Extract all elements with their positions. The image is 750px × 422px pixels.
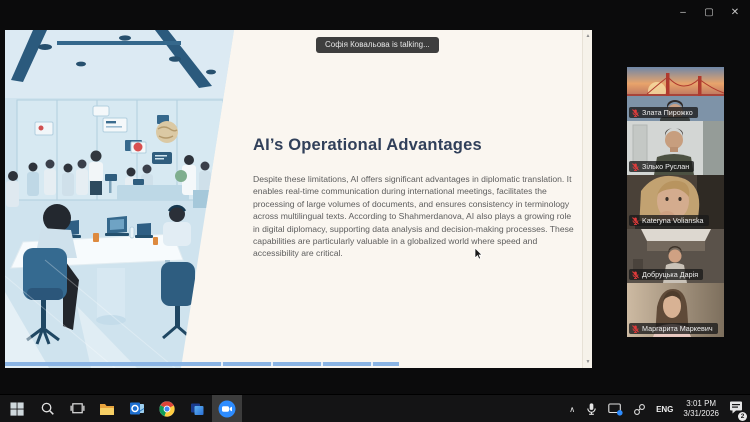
start-button[interactable] <box>2 395 32 422</box>
slide-body-text: Despite these limitations, AI offers sig… <box>253 174 574 259</box>
outlook-button[interactable] <box>122 395 152 422</box>
blue-squares-icon <box>191 403 204 415</box>
participants-strip: Злата Пирожко Зілько Руслан Kateryna Vol… <box>627 67 724 337</box>
tray-expand-icon[interactable]: ∧ <box>565 395 579 422</box>
active-speaker-toast: Софія Ковальова is talking... <box>316 37 439 53</box>
task-view-icon <box>69 403 85 414</box>
search-icon <box>41 402 54 415</box>
presentation-slide: AI’s Operational Advantages Despite thes… <box>5 30 592 368</box>
notification-count-badge: 2 <box>738 411 747 421</box>
desktop: – ▢ ✕ AI’s Operational Advantages Despit… <box>0 0 750 422</box>
tray-link-icon[interactable] <box>629 395 650 422</box>
video-thumbnail[interactable]: Добруцька Дарія <box>627 229 724 283</box>
time: 3:01 PM <box>686 399 717 408</box>
tray-mic-icon[interactable] <box>581 395 602 422</box>
tray-screen-share-icon[interactable] <box>604 395 627 422</box>
chrome-icon <box>159 400 175 417</box>
outlook-icon <box>130 402 145 415</box>
folder-icon <box>100 403 114 415</box>
participant-name-tag: Зілько Руслан <box>629 161 695 172</box>
language-indicator[interactable]: ENG <box>652 395 677 422</box>
clock[interactable]: 3:01 PM 3/31/2026 <box>679 395 723 422</box>
participant-name-tag: Злата Пирожко <box>629 107 698 118</box>
shared-screen: AI’s Operational Advantages Despite thes… <box>5 30 592 368</box>
zoom-icon <box>218 400 236 417</box>
task-view-button[interactable] <box>62 395 92 422</box>
mouse-cursor <box>474 247 483 265</box>
office-illustration <box>5 30 234 368</box>
video-thumbnail[interactable]: Злата Пирожко <box>627 67 724 121</box>
video-thumbnail[interactable]: Зілько Руслан <box>627 121 724 175</box>
system-tray: ∧ ENG 3:01 PM 3/31/2026 2 <box>565 395 748 422</box>
video-thumbnail[interactable]: Kateryna Volianska <box>627 175 724 229</box>
date: 3/31/2026 <box>683 409 719 418</box>
taskbar: ∧ ENG 3:01 PM 3/31/2026 2 <box>0 394 750 422</box>
scroll-down-icon[interactable]: ▼ <box>583 357 592 367</box>
video-thumbnail[interactable]: Маргарита Маркевич <box>627 283 724 337</box>
window-controls: – ▢ ✕ <box>670 3 748 23</box>
restore-icon[interactable]: ▢ <box>696 3 722 23</box>
minimize-icon[interactable]: – <box>670 3 696 23</box>
scrollbar[interactable]: ▲ ▼ <box>582 30 592 368</box>
participant-name-tag: Маргарита Маркевич <box>629 323 718 334</box>
file-explorer-button[interactable] <box>92 395 122 422</box>
notification-center-button[interactable]: 2 <box>725 395 748 422</box>
participant-name-tag: Добруцька Дарія <box>629 269 704 280</box>
chrome-button[interactable] <box>152 395 182 422</box>
scroll-up-icon[interactable]: ▲ <box>583 31 592 41</box>
blue-app-button[interactable] <box>182 395 212 422</box>
search-button[interactable] <box>32 395 62 422</box>
muted-mic-icon <box>632 162 639 171</box>
muted-mic-icon <box>632 216 639 225</box>
close-icon[interactable]: ✕ <box>722 3 748 23</box>
zoom-app-button[interactable] <box>212 394 242 422</box>
muted-mic-icon <box>632 270 639 279</box>
muted-mic-icon <box>632 324 639 333</box>
slide-bottom-bar <box>5 362 399 366</box>
participant-name-tag: Kateryna Volianska <box>629 215 709 226</box>
slide-title: AI’s Operational Advantages <box>253 136 482 154</box>
muted-mic-icon <box>632 108 639 117</box>
